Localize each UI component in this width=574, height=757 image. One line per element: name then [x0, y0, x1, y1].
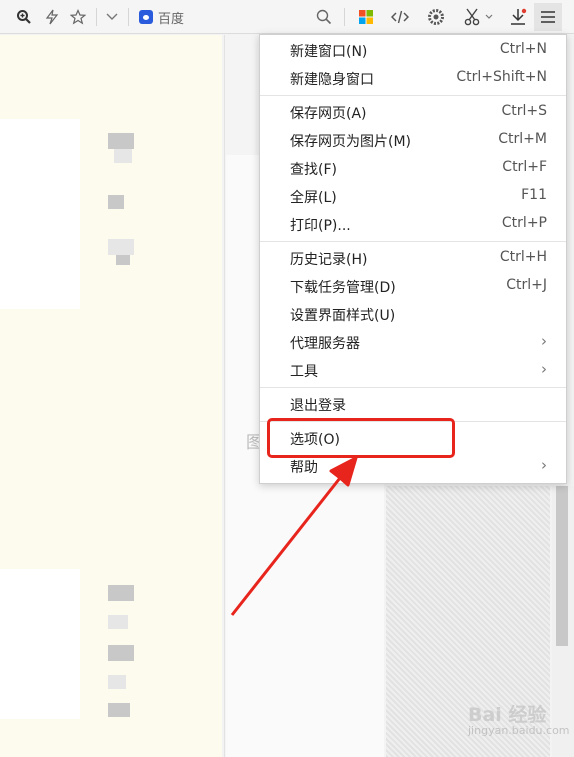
menu-item-shortcut: F11	[521, 187, 547, 203]
blurred-card	[0, 569, 80, 719]
scissors-icon[interactable]	[462, 7, 482, 27]
menu-item[interactable]: 全屏(L) F11	[260, 183, 566, 211]
toolbar-divider	[344, 8, 345, 26]
blurred-pixel	[108, 585, 134, 601]
menu-item[interactable]: 保存网页(A) Ctrl+S	[260, 99, 566, 127]
menu-item-shortcut: Ctrl+P	[501, 215, 547, 231]
menu-item-label: 新建窗口(N)	[290, 44, 368, 60]
scrollbar-thumb[interactable]	[556, 486, 568, 646]
baidu-jingyan-watermark: Bai 经验 jingyan.baidu.com	[468, 700, 570, 737]
apps-grid-icon[interactable]	[356, 7, 376, 27]
menu-item[interactable]: 代理服务器 ›	[260, 329, 566, 357]
blurred-card	[0, 119, 80, 309]
toolbar-divider	[96, 8, 97, 26]
blurred-pixel	[108, 675, 126, 689]
menu-item-label: 全屏(L)	[290, 190, 337, 206]
baidu-paw-icon	[139, 10, 153, 24]
browser-main-menu: 新建窗口(N) Ctrl+N 新建隐身窗口 Ctrl+Shift+N 保存网页(A) Ct…	[259, 34, 567, 484]
submenu-arrow-icon: ›	[541, 332, 547, 350]
menu-item-label: 查找(F)	[290, 162, 337, 178]
search-icon[interactable]	[314, 7, 334, 27]
menu-item-label: 历史记录(H)	[290, 252, 368, 268]
menu-item-shortcut: Ctrl+Shift+N	[456, 69, 547, 85]
settings-gear-icon[interactable]	[426, 7, 446, 27]
page-scrollbar[interactable]	[552, 486, 574, 757]
menu-item-label: 保存网页(A)	[290, 106, 367, 122]
watermark-url: jingyan.baidu.com	[468, 724, 570, 737]
blurred-pixel	[108, 615, 128, 629]
submenu-arrow-icon: ›	[541, 456, 547, 474]
code-icon[interactable]	[390, 7, 410, 27]
star-icon[interactable]	[68, 7, 88, 27]
menu-item-shortcut: Ctrl+H	[499, 249, 547, 265]
chevron-down-icon[interactable]	[102, 7, 122, 27]
menu-separator	[260, 387, 566, 388]
menu-item[interactable]: 退出登录	[260, 391, 566, 419]
menu-item[interactable]: 下载任务管理(D) Ctrl+J	[260, 273, 566, 301]
menu-item-shortcut: Ctrl+S	[501, 103, 547, 119]
blurred-pixel	[108, 703, 130, 717]
submenu-arrow-icon: ›	[541, 360, 547, 378]
annotation-highlight-box	[267, 418, 455, 458]
menu-item[interactable]: 新建窗口(N) Ctrl+N	[260, 37, 566, 65]
menu-item[interactable]: 工具 ›	[260, 357, 566, 385]
menu-item-label: 代理服务器	[290, 336, 360, 352]
lightning-icon[interactable]	[42, 7, 62, 27]
menu-separator	[260, 241, 566, 242]
page-left-panel	[0, 35, 222, 757]
search-engine-label: 百度	[158, 11, 185, 27]
blurred-pixel	[108, 645, 134, 661]
menu-item-label: 设置界面样式(U)	[290, 308, 396, 324]
download-icon[interactable]	[508, 7, 528, 27]
menu-item[interactable]: 新建隐身窗口 Ctrl+Shift+N	[260, 65, 566, 93]
menu-item[interactable]: 设置界面样式(U)	[260, 301, 566, 329]
menu-item-label: 工具	[290, 364, 318, 380]
blurred-pixel	[116, 255, 130, 265]
blurred-pixel	[108, 239, 134, 255]
search-engine-selector[interactable]: 百度	[139, 7, 184, 27]
menu-item[interactable]: 打印(P)... Ctrl+P	[260, 211, 566, 239]
menu-item[interactable]: 历史记录(H) Ctrl+H	[260, 245, 566, 273]
menu-item-label: 新建隐身窗口	[290, 72, 374, 88]
menu-item[interactable]: 保存网页为图片(M) Ctrl+M	[260, 127, 566, 155]
menu-item-label: 退出登录	[290, 398, 346, 414]
blurred-pixel	[114, 149, 132, 163]
menu-item[interactable]: 查找(F) Ctrl+F	[260, 155, 566, 183]
menu-item-label: 下载任务管理(D)	[290, 280, 396, 296]
blurred-pixel	[108, 195, 124, 209]
watermark-logo-text: Bai 经验	[468, 704, 547, 726]
zoom-icon[interactable]	[14, 7, 34, 27]
menu-item-shortcut: Ctrl+F	[502, 159, 547, 175]
menu-item-shortcut: Ctrl+M	[498, 131, 547, 147]
menu-separator	[260, 95, 566, 96]
toolbar-divider	[128, 8, 129, 26]
menu-item-label: 保存网页为图片(M)	[290, 134, 412, 150]
scissors-dropdown-chevron-icon[interactable]	[484, 7, 494, 27]
menu-item-shortcut: Ctrl+J	[506, 277, 547, 293]
blurred-pixel	[108, 133, 134, 149]
menu-item-shortcut: Ctrl+N	[499, 41, 547, 57]
browser-toolbar: 百度	[0, 0, 574, 34]
menu-item-label: 帮助	[290, 460, 318, 476]
menu-item-label: 打印(P)...	[290, 218, 351, 234]
hamburger-menu-icon[interactable]	[534, 3, 562, 31]
